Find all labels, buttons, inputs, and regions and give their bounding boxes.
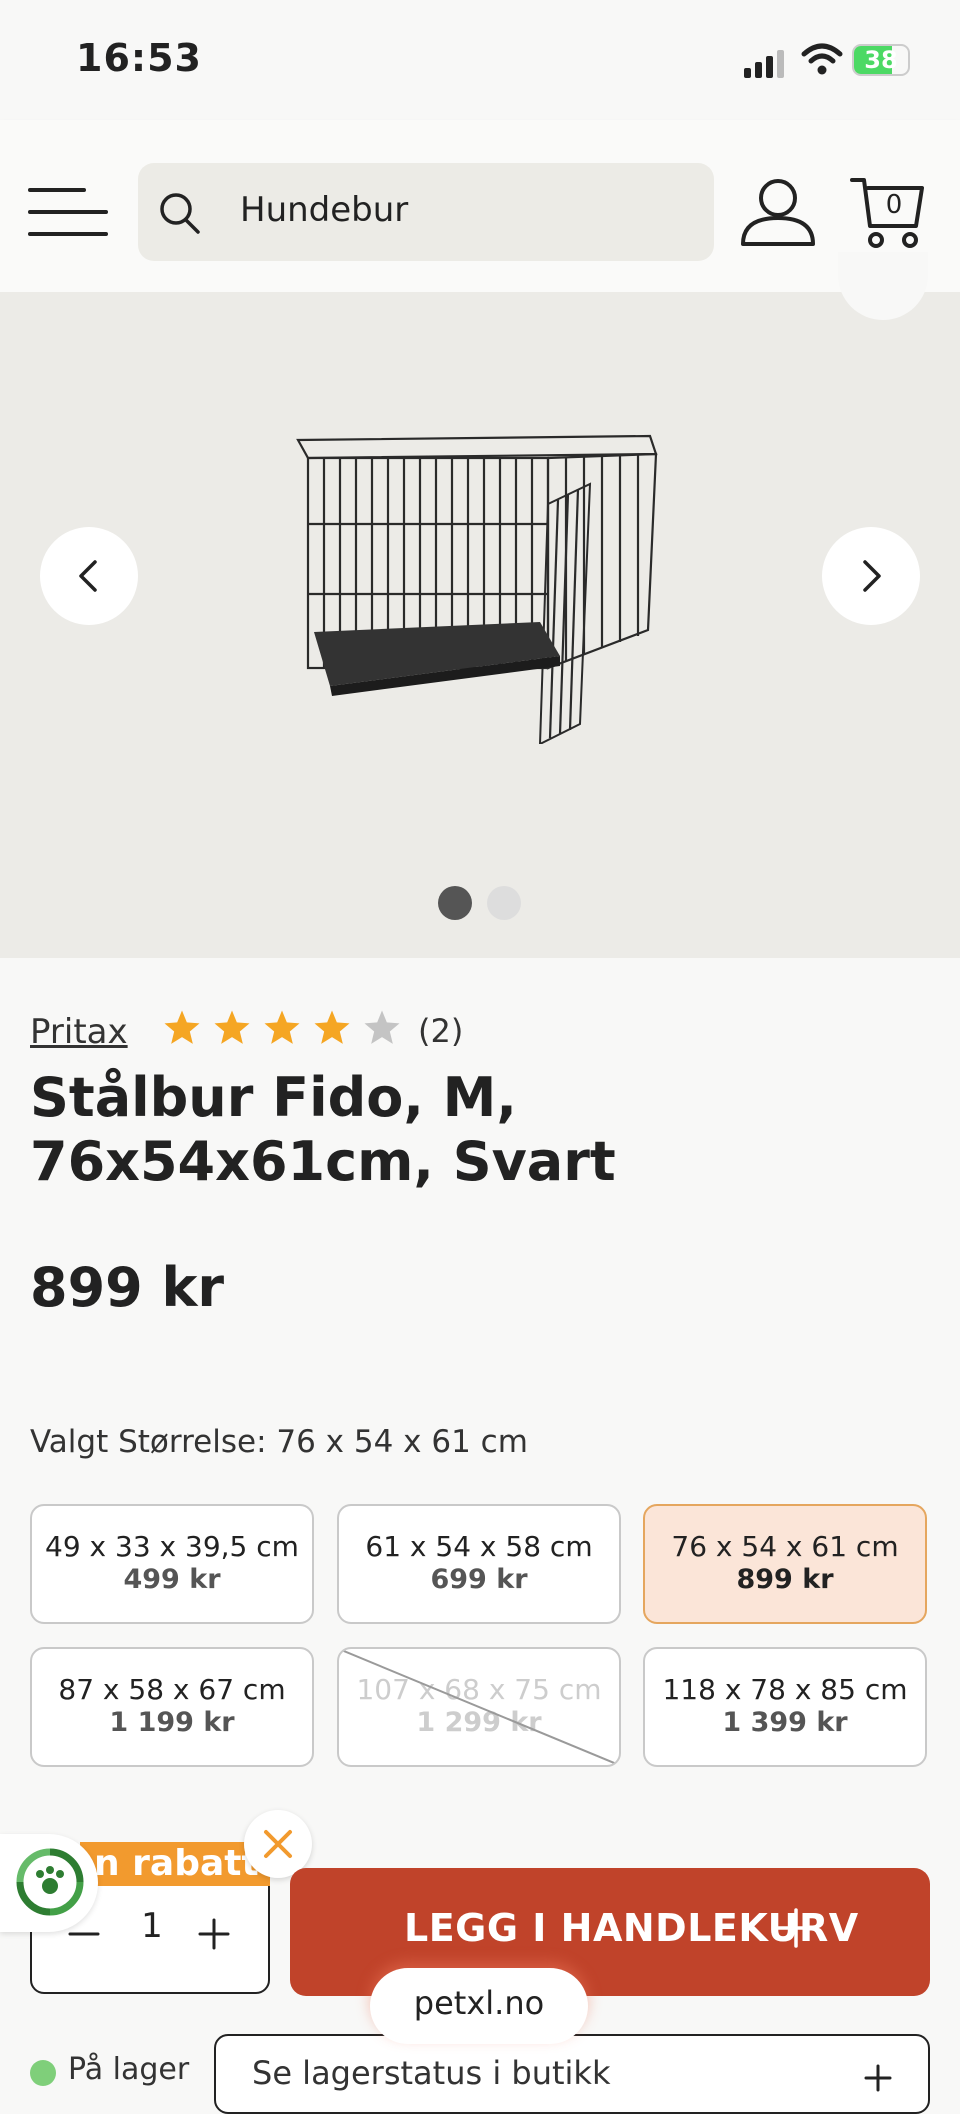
size-option[interactable]: 118 x 78 x 85 cm 1 399 kr [643, 1647, 927, 1767]
size-option-price: 899 kr [736, 1564, 834, 1595]
gallery-dot-active[interactable] [438, 886, 472, 920]
store-stock-label[interactable]: Se lagerstatus i butikk [252, 2054, 610, 2092]
star-filled-icon [264, 1010, 300, 1044]
search-bar[interactable] [138, 163, 714, 261]
quantity-value[interactable]: 1 [130, 1906, 174, 1946]
size-option[interactable]: 87 x 58 x 67 cm 1 199 kr [30, 1647, 314, 1767]
star-filled-icon [164, 1010, 200, 1044]
product-title: Stålbur Fido, M, 76x54x61cm, Svart [30, 1066, 616, 1193]
size-option-dimensions: 61 x 54 x 58 cm [365, 1530, 593, 1563]
selected-size-label: Valgt Størrelse: 76 x 54 x 61 cm [30, 1424, 528, 1460]
size-option-price: 1 199 kr [109, 1707, 235, 1738]
gallery-next-button[interactable] [822, 527, 920, 625]
star-filled-icon [214, 1010, 250, 1044]
size-option-unavailable[interactable]: 107 x 68 x 75 cm 1 299 kr [337, 1647, 621, 1767]
stock-status-dot [30, 2060, 56, 2086]
status-time: 16:53 [76, 36, 202, 80]
plus-icon[interactable] [864, 2064, 892, 2092]
browser-domain: petxl.no [413, 1984, 545, 2022]
review-count[interactable]: (2) [418, 1012, 463, 1050]
size-option-selected[interactable]: 76 x 54 x 61 cm 899 kr [643, 1504, 927, 1624]
size-option-price: 1 399 kr [722, 1707, 848, 1738]
chevron-left-icon [79, 560, 97, 592]
product-price: 899 kr [30, 1256, 225, 1319]
star-empty-icon [364, 1010, 400, 1044]
size-option-dimensions: 118 x 78 x 85 cm [662, 1673, 908, 1706]
unavailable-strike [339, 1649, 619, 1765]
paw-badge-icon [16, 1848, 84, 1916]
cellular-signal-icon [744, 50, 784, 78]
size-option-price: 499 kr [123, 1564, 221, 1595]
stock-status-text: På lager [68, 2052, 190, 2087]
wifi-icon [801, 43, 843, 75]
cart-count: 0 [885, 190, 903, 220]
chevron-right-icon [863, 560, 881, 592]
browser-address-pill[interactable]: petxl.no [370, 1968, 588, 2044]
search-icon [160, 193, 200, 234]
size-option-dimensions: 87 x 58 x 67 cm [58, 1673, 286, 1706]
gallery-prev-button[interactable] [40, 527, 138, 625]
product-image [296, 434, 658, 744]
size-option-dimensions: 49 x 33 x 39,5 cm [45, 1530, 299, 1563]
star-filled-icon [314, 1010, 350, 1044]
plus-icon[interactable] [196, 1916, 232, 1952]
brand-link[interactable]: Pritax [30, 1012, 128, 1052]
battery-percent: 38 [864, 46, 898, 74]
discount-banner[interactable]: n rabatt [80, 1842, 270, 1886]
size-option[interactable]: 49 x 33 x 39,5 cm 499 kr [30, 1504, 314, 1624]
close-icon [264, 1830, 292, 1858]
size-option-dimensions: 76 x 54 x 61 cm [671, 1530, 899, 1563]
size-option[interactable]: 61 x 54 x 58 cm 699 kr [337, 1504, 621, 1624]
gallery-dot[interactable] [487, 886, 521, 920]
hamburger-menu-icon[interactable] [28, 186, 108, 238]
size-option-price: 699 kr [430, 1564, 528, 1595]
search-input[interactable]: Hundebur [240, 186, 408, 234]
plus-icon[interactable] [776, 1908, 816, 1948]
loyalty-widget[interactable] [0, 1834, 98, 1932]
account-icon[interactable] [740, 178, 816, 248]
